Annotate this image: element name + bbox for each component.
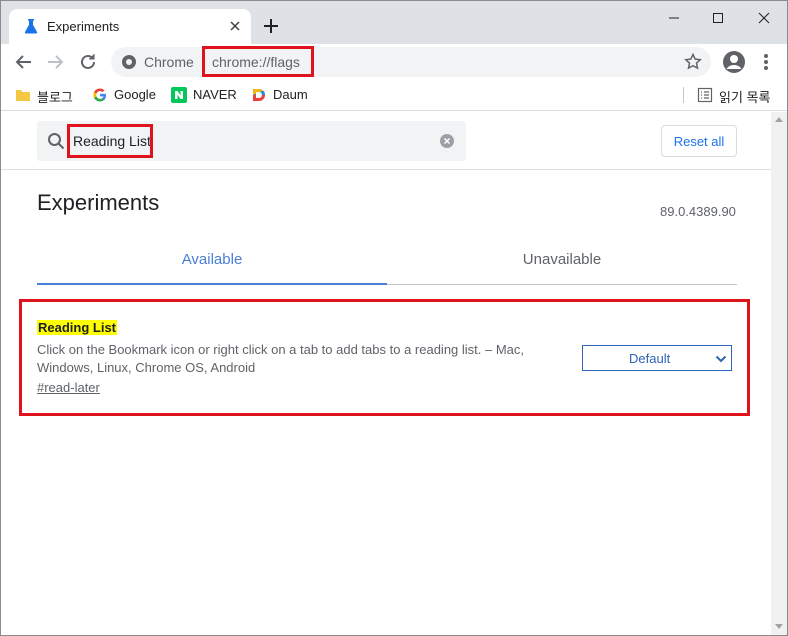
url-text[interactable]: chrome://flags [212, 54, 300, 70]
close-tab-icon[interactable] [227, 18, 243, 34]
forward-arrow-icon[interactable] [44, 51, 66, 73]
back-arrow-icon[interactable] [13, 51, 35, 73]
toolbar: Chrome chrome://flags [1, 44, 787, 80]
daum-icon [253, 89, 265, 101]
search-header: Reading List Reset all [1, 112, 771, 170]
tab-title: Experiments [47, 19, 120, 34]
minimize-icon[interactable] [659, 7, 689, 29]
bookmark-daum[interactable]: Daum [251, 86, 316, 106]
reset-all-button[interactable]: Reset all [661, 125, 737, 157]
flag-item-reading-list: Reading List Click on the Bookmark icon … [37, 317, 737, 397]
flags-page: Reading List Reset all Experiments 89.0.… [1, 112, 771, 635]
flag-permalink[interactable]: #read-later [37, 380, 100, 395]
scroll-up-icon[interactable] [775, 116, 783, 122]
bookmark-label: 블로그 [37, 90, 73, 105]
flask-icon [24, 19, 38, 34]
maximize-icon[interactable] [703, 7, 733, 29]
flag-name: Reading List [37, 320, 118, 335]
new-tab-icon[interactable] [259, 14, 283, 38]
bookmark-label: NAVER [193, 87, 237, 102]
naver-icon [171, 87, 187, 103]
chevron-down-icon [715, 355, 727, 363]
chrome-icon [122, 55, 136, 69]
flag-description: Click on the Bookmark icon or right clic… [37, 342, 525, 375]
profile-avatar-icon[interactable] [722, 50, 746, 74]
search-icon [48, 133, 65, 150]
close-window-icon[interactable] [749, 7, 779, 29]
clear-search-icon[interactable] [439, 133, 455, 149]
folder-icon [16, 90, 30, 101]
reading-list-icon [697, 87, 713, 103]
bookmark-star-icon[interactable] [683, 52, 703, 72]
tab-experiments[interactable]: Experiments [9, 9, 251, 44]
address-bar[interactable]: Chrome chrome://flags [111, 47, 711, 77]
bookmark-label: Daum [273, 87, 308, 102]
scroll-down-icon[interactable] [775, 624, 783, 630]
flag-search-field[interactable]: Reading List [37, 121, 466, 161]
browser-window: Experiments Chrome chrome://flags 블로그 Go… [0, 0, 788, 636]
search-input[interactable]: Reading List [73, 133, 151, 149]
bookmark-blog[interactable]: 블로그 [15, 86, 85, 106]
bookmarks-divider [683, 87, 684, 103]
reload-icon[interactable] [77, 51, 99, 73]
omnibox-label: Chrome [144, 54, 194, 70]
google-icon [93, 88, 106, 102]
tab-available[interactable]: Available [37, 251, 387, 275]
page-title: Experiments [37, 190, 160, 215]
page-scrollbar[interactable] [771, 112, 787, 635]
active-tab-indicator [37, 283, 387, 285]
bookmark-label: Google [114, 87, 156, 102]
bookmark-google[interactable]: Google [92, 86, 167, 106]
tab-unavailable[interactable]: Unavailable [387, 251, 737, 275]
reading-list-label: 읽기 목록 [719, 90, 771, 105]
flag-state-select[interactable]: Default [582, 345, 732, 371]
bookmark-naver[interactable]: NAVER [171, 86, 243, 106]
version-label: 89.0.4389.90 [660, 204, 736, 219]
reading-list-button[interactable]: 읽기 목록 [683, 86, 781, 106]
more-menu-icon[interactable] [756, 51, 776, 73]
bookmarks-bar: 블로그 Google NAVER Daum 읽기 목록 [1, 80, 787, 111]
flag-state-value: Default [629, 351, 671, 366]
flags-tabs: Available Unavailable [37, 241, 737, 285]
tab-strip: Experiments [1, 1, 787, 44]
